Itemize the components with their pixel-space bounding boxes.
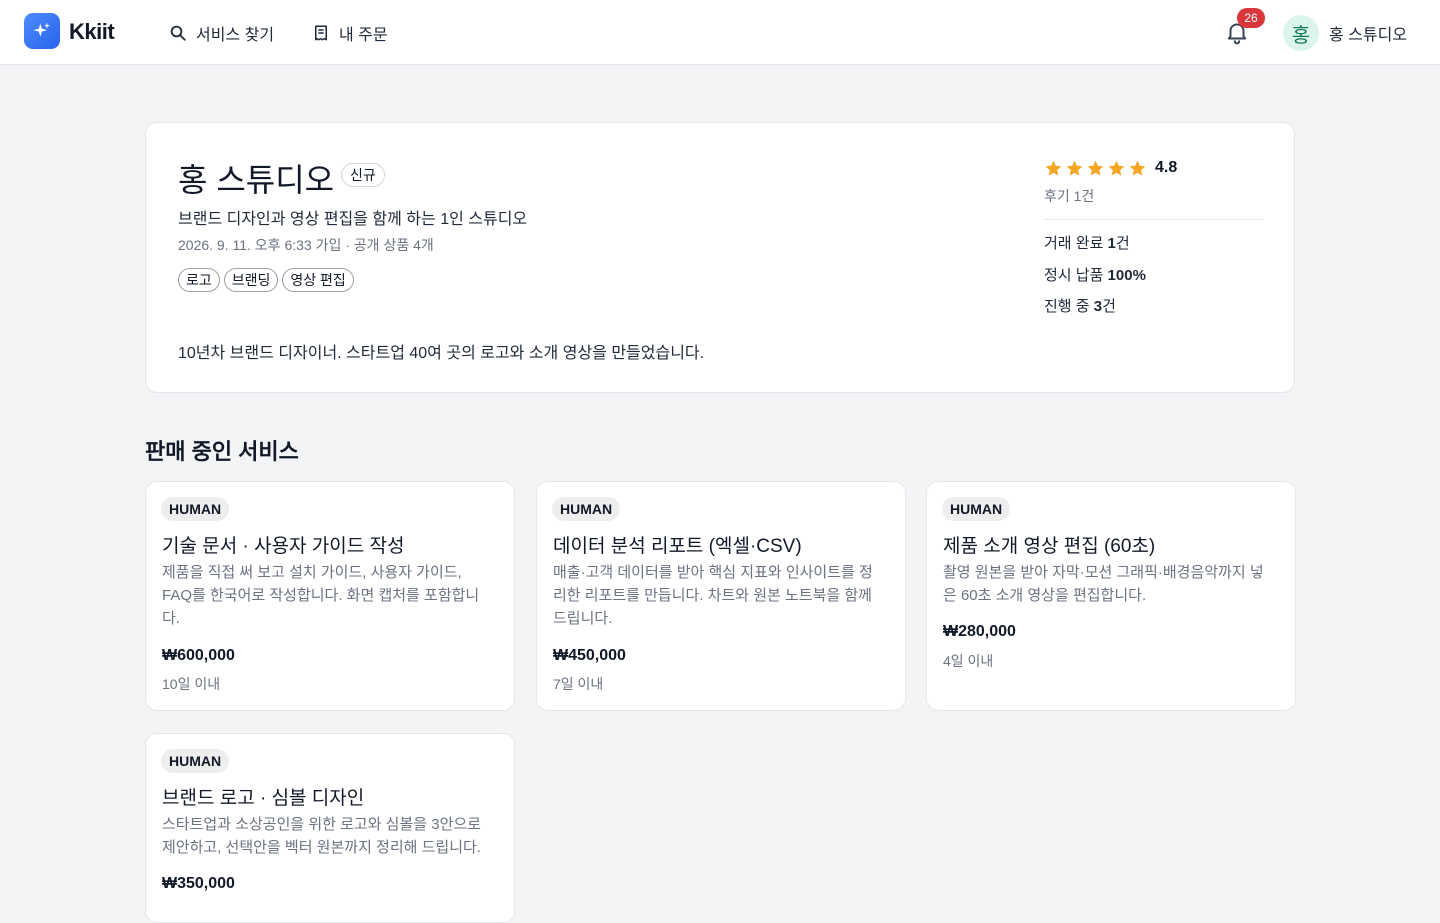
seller-tagline: 브랜드 디자인과 영상 편집을 함께 하는 1인 스튜디오 bbox=[178, 211, 528, 228]
service-price: ₩600,000 bbox=[162, 647, 235, 664]
brand-name[interactable]: Kkiit bbox=[69, 19, 115, 45]
top-navigation-bar: Kkiit 서비스 찾기 내 주문 26 홍 홍 스튜디오 bbox=[0, 0, 1440, 65]
avatar: 홍 bbox=[1283, 15, 1319, 51]
nav-find-services-label: 서비스 찾기 bbox=[196, 27, 275, 44]
nav-my-orders[interactable]: 내 주문 bbox=[312, 21, 388, 45]
service-title: 데이터 분석 리포트 (엑셀·CSV) bbox=[553, 536, 802, 557]
service-title: 제품 소개 영상 편집 (60초) bbox=[943, 536, 1156, 557]
nav-my-orders-label: 내 주문 bbox=[339, 27, 388, 44]
new-seller-badge: 신규 bbox=[341, 163, 385, 187]
sparkle-logo-icon[interactable] bbox=[24, 13, 60, 49]
service-type-badge: HUMAN bbox=[942, 497, 1011, 521]
service-delivery-time: 10일 이내 bbox=[162, 676, 221, 692]
user-menu[interactable]: 홍 홍 스튜디오 bbox=[1283, 15, 1407, 51]
service-price: ₩350,000 bbox=[162, 875, 235, 892]
service-title: 브랜드 로고 · 심볼 디자인 bbox=[162, 788, 365, 809]
rating-value: 4.8 bbox=[1155, 159, 1178, 176]
service-type-badge: HUMAN bbox=[552, 497, 621, 521]
seller-profile-card: 홍 스튜디오 신규 브랜드 디자인과 영상 편집을 함께 하는 1인 스튜디오 … bbox=[145, 122, 1295, 393]
service-card[interactable]: HUMAN 제품 소개 영상 편집 (60초) 촬영 원본을 받아 자막·모션 … bbox=[926, 481, 1296, 711]
service-type-badge: HUMAN bbox=[161, 497, 230, 521]
service-description: 스타트업과 소상공인을 위한 로고와 심볼을 3안으로 제안하고, 선택안을 벡… bbox=[162, 816, 481, 856]
star-icon bbox=[1087, 160, 1104, 176]
service-type-badge: HUMAN bbox=[161, 749, 230, 773]
star-icon bbox=[1108, 160, 1125, 176]
tag-chip: 로고 bbox=[178, 268, 220, 292]
service-price: ₩450,000 bbox=[553, 647, 626, 664]
review-count: 후기 1건 bbox=[1044, 188, 1095, 204]
service-card[interactable]: HUMAN 데이터 분석 리포트 (엑셀·CSV) 매출·고객 데이터를 받아 … bbox=[536, 481, 906, 711]
nav-find-services[interactable]: 서비스 찾기 bbox=[169, 21, 274, 45]
service-delivery-time: 7일 이내 bbox=[553, 676, 604, 692]
service-delivery-time: 4일 이내 bbox=[943, 653, 994, 669]
seller-meta: 2026. 9. 11. 오후 6:33 가입 · 공개 상품 4개 bbox=[178, 237, 434, 253]
star-icon bbox=[1045, 160, 1062, 176]
tag-chip: 영상 편집 bbox=[282, 268, 354, 292]
service-card[interactable]: HUMAN 기술 문서 · 사용자 가이드 작성 제품을 직접 써 보고 설치 … bbox=[145, 481, 515, 711]
stat-on-time-delivery: 정시 납품 100% bbox=[1044, 267, 1146, 284]
star-icon bbox=[1066, 160, 1083, 176]
star-icon bbox=[1129, 160, 1146, 176]
seller-name: 홍 스튜디오 bbox=[178, 162, 335, 198]
stat-completed-deals: 거래 완료 1건 bbox=[1044, 235, 1130, 252]
user-name: 홍 스튜디오 bbox=[1329, 27, 1408, 44]
search-icon bbox=[169, 24, 187, 42]
seller-bio: 10년차 브랜드 디자이너. 스타트업 40여 곳의 로고와 소개 영상을 만들… bbox=[178, 345, 705, 362]
service-description: 촬영 원본을 받아 자막·모션 그래픽·배경음악까지 넣은 60초 소개 영상을… bbox=[943, 564, 1264, 604]
stats-divider bbox=[1044, 219, 1264, 220]
stat-in-progress: 진행 중 3건 bbox=[1044, 298, 1116, 315]
service-price: ₩280,000 bbox=[943, 623, 1016, 640]
service-description: 제품을 직접 써 보고 설치 가이드, 사용자 가이드, FAQ를 한국어로 작… bbox=[162, 564, 480, 627]
seller-stats: 4.8 후기 1건 거래 완료 1건 정시 납품 100% 진행 중 3건 bbox=[1044, 157, 1264, 315]
rating-row: 4.8 bbox=[1044, 157, 1264, 179]
service-title: 기술 문서 · 사용자 가이드 작성 bbox=[162, 536, 405, 557]
seller-tags: 로고 브랜딩 영상 편집 bbox=[178, 268, 354, 292]
tag-chip: 브랜딩 bbox=[223, 268, 279, 292]
service-description: 매출·고객 데이터를 받아 핵심 지표와 인사이트를 정리한 리포트를 만듭니다… bbox=[553, 564, 873, 627]
receipt-icon bbox=[312, 24, 330, 42]
services-section-title: 판매 중인 서비스 bbox=[145, 439, 299, 464]
notification-count-badge: 26 bbox=[1237, 8, 1265, 28]
service-card[interactable]: HUMAN 브랜드 로고 · 심볼 디자인 스타트업과 소상공인을 위한 로고와… bbox=[145, 733, 515, 923]
